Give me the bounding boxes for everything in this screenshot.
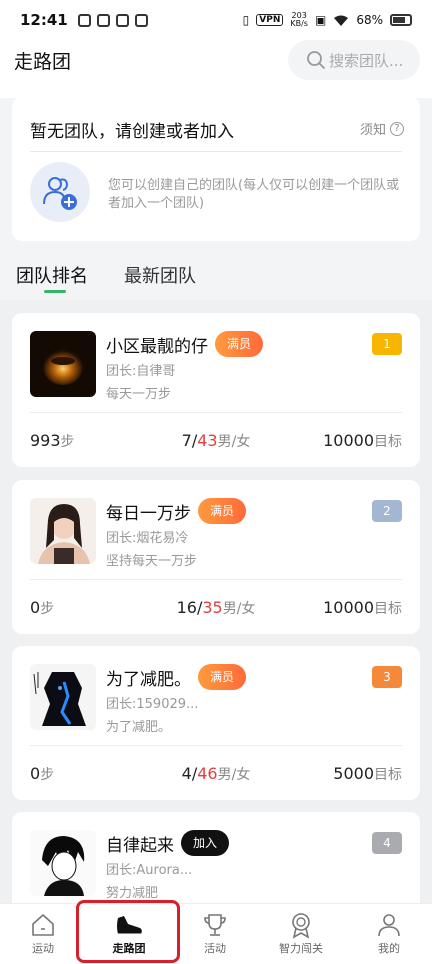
team-leader: 团长:159029... bbox=[106, 697, 199, 712]
team-motto: 坚持每天一万步 bbox=[106, 554, 198, 569]
full-badge: 满员 bbox=[215, 331, 264, 357]
team-motto: 努力减肥 bbox=[106, 886, 159, 901]
nav-item-mine[interactable]: 我的 bbox=[346, 910, 432, 956]
person-icon bbox=[378, 914, 400, 937]
team-name: 为了减肥。 bbox=[106, 670, 191, 690]
wifi-icon bbox=[334, 15, 349, 26]
divider bbox=[30, 745, 402, 746]
team-stats: 0步 4/46男/女 5000目标 bbox=[30, 764, 402, 788]
tab-latest-teams[interactable]: 最新团队 bbox=[124, 262, 196, 288]
divider bbox=[30, 579, 402, 580]
team-leader: 团长:自律哥 bbox=[106, 364, 176, 379]
page-title: 走路团 bbox=[14, 51, 72, 73]
nav-item-activity[interactable]: 活动 bbox=[172, 910, 258, 956]
team-motto: 为了减肥。 bbox=[106, 720, 172, 735]
no-team-description: 您可以创建自己的团队(每人仅可以创建一个团队或者加入一个团队) bbox=[108, 178, 400, 211]
search-input[interactable]: 搜索团队... bbox=[288, 40, 420, 80]
notification-icon bbox=[77, 13, 91, 27]
vpn-icon: VPN bbox=[256, 14, 284, 26]
rank-badge: 4 bbox=[372, 832, 402, 854]
team-name: 小区最靓的仔 bbox=[106, 337, 208, 357]
battery-icon bbox=[390, 14, 412, 26]
notification-icon bbox=[96, 13, 110, 27]
tab-underline bbox=[44, 290, 66, 293]
team-goal: 5000目标 bbox=[333, 764, 402, 783]
notification-icon bbox=[115, 13, 129, 27]
team-card[interactable]: 小区最靓的仔 满员 团长:自律哥 每天一万步 1 993步 7/43男/女 10… bbox=[12, 313, 420, 467]
nav-item-sport[interactable]: 运动 bbox=[0, 910, 86, 956]
team-motto: 每天一万步 bbox=[106, 387, 172, 402]
rank-badge: 1 bbox=[372, 333, 402, 355]
team-card[interactable]: 为了减肥。 满员 团长:159029... 为了减肥。 3 0步 4/46男/女… bbox=[12, 646, 420, 800]
bottom-nav: 运动 走路团 活动 智力闯关 我的 bbox=[0, 903, 432, 964]
team-leader: 团长:烟花易冷 bbox=[106, 531, 189, 546]
divider bbox=[30, 151, 402, 152]
nav-label: 我的 bbox=[378, 942, 400, 955]
nav-item-puzzle[interactable]: 智力闯关 bbox=[258, 910, 344, 956]
no-sim-icon: ▣ bbox=[314, 13, 327, 27]
team-list: 小区最靓的仔 满员 团长:自律哥 每天一万步 1 993步 7/43男/女 10… bbox=[0, 300, 432, 964]
rank-badge: 3 bbox=[372, 666, 402, 688]
team-avatar bbox=[30, 331, 96, 397]
add-group-icon bbox=[43, 177, 77, 210]
team-avatar bbox=[30, 498, 96, 564]
no-team-title: 暂无团队，请创建或者加入 bbox=[30, 122, 234, 142]
home-icon bbox=[32, 914, 54, 936]
team-card[interactable]: 每日一万步 满员 团长:烟花易冷 坚持每天一万步 2 0步 16/35男/女 1… bbox=[12, 480, 420, 634]
notice-link[interactable]: 须知 ? bbox=[360, 119, 404, 138]
create-team-button[interactable] bbox=[30, 162, 90, 222]
status-right: ▯ VPN 203 KB/s ▣ 68% bbox=[243, 12, 412, 28]
team-goal: 10000目标 bbox=[323, 598, 402, 617]
trophy-icon bbox=[204, 914, 226, 936]
medal-icon bbox=[292, 913, 310, 939]
selection-highlight bbox=[76, 900, 180, 963]
search-icon bbox=[307, 51, 325, 69]
team-avatar bbox=[30, 830, 96, 896]
notice-label: 须知 bbox=[359, 123, 386, 138]
team-stats: 993步 7/43男/女 10000目标 bbox=[30, 431, 402, 455]
notification-icon bbox=[134, 13, 148, 27]
nav-label: 智力闯关 bbox=[279, 942, 323, 955]
top-header: 走路团 搜索团队... bbox=[0, 40, 432, 98]
tab-bar: 团队排名 最新团队 bbox=[0, 254, 432, 300]
search-placeholder: 搜索团队... bbox=[329, 51, 404, 70]
team-name: 每日一万步 bbox=[106, 504, 191, 524]
battery-percent: 68% bbox=[356, 13, 383, 27]
divider bbox=[30, 412, 402, 413]
status-time: 12:41 bbox=[20, 11, 68, 29]
rank-badge: 2 bbox=[372, 500, 402, 522]
team-avatar bbox=[30, 664, 96, 730]
status-bar: 12:41 ▯ VPN 203 KB/s ▣ 68% bbox=[0, 0, 432, 40]
full-badge: 满员 bbox=[198, 664, 247, 690]
join-button[interactable]: 加入 bbox=[181, 830, 230, 856]
nav-label: 活动 bbox=[204, 942, 226, 955]
team-leader: 团长:Aurora... bbox=[106, 863, 193, 878]
team-stats: 0步 16/35男/女 10000目标 bbox=[30, 598, 402, 622]
team-goal: 10000目标 bbox=[323, 431, 402, 450]
team-name: 自律起来 bbox=[106, 836, 174, 856]
question-icon: ? bbox=[390, 121, 404, 136]
no-team-card: 暂无团队，请创建或者加入 须知 ? 您可以创建自己的团队(每人仅可以创建一个团队… bbox=[12, 97, 420, 241]
full-badge: 满员 bbox=[198, 498, 247, 524]
network-speed: 203 KB/s bbox=[290, 11, 308, 28]
vibrate-icon: ▯ bbox=[242, 13, 250, 27]
nav-label: 运动 bbox=[32, 942, 54, 955]
status-notification-icons bbox=[77, 13, 148, 27]
tab-team-ranking[interactable]: 团队排名 bbox=[16, 262, 88, 288]
